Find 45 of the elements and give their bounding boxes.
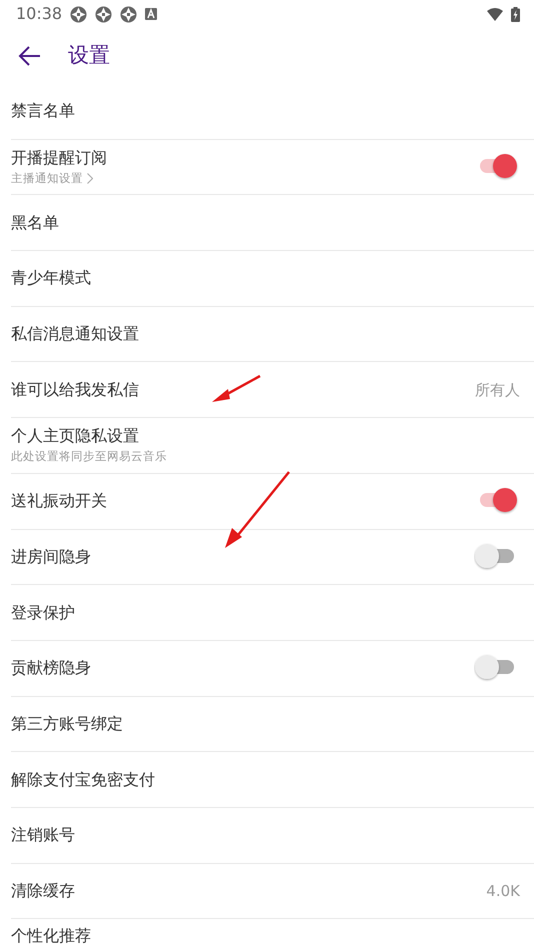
settings-row[interactable]: 解除支付宝免密支付 (11, 752, 534, 808)
settings-row[interactable]: 青少年模式 (11, 251, 534, 307)
notification-icon (120, 6, 138, 22)
setting-label: 个人主页隐私设置 (11, 426, 140, 446)
setting-hint: 主播通知设置 (11, 170, 83, 186)
annotation-arrow (210, 374, 262, 404)
settings-row[interactable]: 开播提醒订阅 主播通知设置 (11, 140, 534, 196)
settings-row[interactable]: 禁言名单 (11, 84, 534, 140)
settings-row[interactable]: 注销账号 (11, 808, 534, 864)
setting-label: 黑名单 (11, 212, 59, 233)
setting-label: 注销账号 (11, 825, 75, 846)
clock-time: 10:38 (16, 3, 62, 25)
setting-label: 贡献榜隐身 (11, 658, 91, 678)
keyboard-icon (145, 8, 158, 20)
setting-label: 禁言名单 (11, 101, 75, 122)
setting-value: 4.0K (486, 880, 520, 902)
settings-row[interactable]: 登录保护 (11, 585, 534, 641)
settings-row[interactable]: 私信消息通知设置 (11, 306, 534, 362)
back-arrow-icon[interactable] (18, 46, 42, 66)
settings-row[interactable]: 进房间隐身 (11, 530, 534, 586)
battery-icon (511, 6, 520, 22)
notification-icon (95, 6, 112, 22)
notification-icon (70, 6, 88, 22)
setting-label: 谁可以给我发私信 (11, 380, 139, 400)
setting-label: 解除支付宝免密支付 (11, 770, 155, 790)
wifi-icon (487, 8, 503, 20)
settings-row[interactable]: 黑名单 (11, 195, 534, 252)
setting-label: 进房间隐身 (11, 546, 91, 567)
settings-row[interactable]: 清除缓存 4.0K (11, 864, 534, 920)
setting-label: 私信消息通知设置 (11, 324, 139, 344)
setting-label: 青少年模式 (11, 268, 91, 288)
setting-label: 第三方账号绑定 (11, 714, 123, 734)
setting-label: 送礼振动开关 (11, 491, 107, 512)
settings-row[interactable]: 个人主页隐私设置 此处设置将同步至网易云音乐 (11, 418, 534, 474)
settings-row[interactable]: 第三方账号绑定 (11, 696, 534, 752)
settings-row[interactable]: 送礼振动开关 (11, 474, 534, 530)
settings-row[interactable]: 贡献榜隐身 (11, 640, 534, 697)
page-title: 设置 (68, 42, 110, 70)
setting-label: 个性化推荐 (11, 926, 91, 946)
setting-label: 清除缓存 (11, 880, 75, 901)
settings-row[interactable]: 个性化推荐 (11, 919, 534, 946)
setting-label: 开播提醒订阅 (11, 148, 107, 168)
setting-hint: 此处设置将同步至网易云音乐 (11, 448, 167, 465)
setting-label: 登录保护 (11, 602, 75, 623)
setting-value: 所有人 (475, 380, 520, 401)
